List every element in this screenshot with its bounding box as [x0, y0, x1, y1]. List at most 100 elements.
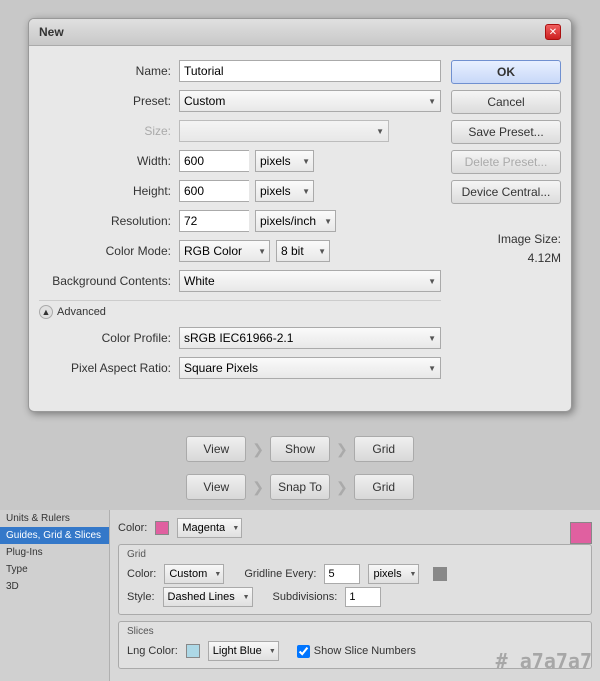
- buttons-area: OK Cancel Save Preset... Delete Preset..…: [451, 60, 561, 397]
- grid-color-select[interactable]: Custom: [164, 564, 224, 584]
- prefs-color-header-row: Color: Magenta: [118, 518, 592, 538]
- line-color-select-wrap: Light Blue: [208, 641, 279, 661]
- image-size-info: Image Size: 4.12M: [451, 230, 561, 268]
- image-size-value: 4.12M: [451, 249, 561, 268]
- prefs-sidebar: Units & Rulers Guides, Grid & Slices Plu…: [0, 510, 110, 681]
- pixel-aspect-label: Pixel Aspect Ratio:: [39, 361, 179, 375]
- grid-color-swatch: [433, 567, 447, 581]
- show-numbers-checkbox[interactable]: [297, 645, 310, 658]
- grid-style-select-wrap: Dashed Lines Lines Dots: [163, 587, 253, 607]
- image-size-label: Image Size:: [451, 230, 561, 249]
- width-unit-row: pixels inches cm: [179, 150, 314, 172]
- toolbar-view-btn-1[interactable]: View: [186, 436, 246, 462]
- bg-contents-row: Background Contents: White Background Co…: [39, 270, 441, 292]
- color-mode-wrap: RGB Color CMYK Color Grayscale: [179, 240, 270, 262]
- arrow-icon-1: ❯: [252, 441, 264, 458]
- width-unit-select[interactable]: pixels inches cm: [255, 150, 314, 172]
- save-preset-button[interactable]: Save Preset...: [451, 120, 561, 144]
- sidebar-item-3d[interactable]: 3D: [0, 578, 109, 595]
- color-mode-select[interactable]: RGB Color CMYK Color Grayscale: [179, 240, 270, 262]
- toggle-icon: ▲: [39, 305, 53, 319]
- preset-select-wrap: Custom: [179, 90, 441, 112]
- resolution-label: Resolution:: [39, 214, 179, 228]
- color-swatch-pink: [155, 521, 169, 535]
- subdivisions-input[interactable]: [345, 587, 381, 607]
- ok-button[interactable]: OK: [451, 60, 561, 84]
- prefs-color-label: Color:: [118, 522, 147, 534]
- slices-section-title: Slices: [127, 626, 583, 637]
- grid-style-select[interactable]: Dashed Lines Lines Dots: [163, 587, 253, 607]
- width-input[interactable]: [179, 150, 249, 172]
- line-color-select[interactable]: Light Blue: [208, 641, 279, 661]
- close-button[interactable]: ✕: [545, 24, 561, 40]
- toolbar-row-1: View ❯ Show ❯ Grid: [0, 430, 600, 468]
- grid-style-label: Style:: [127, 591, 155, 603]
- gridline-unit-select[interactable]: pixels: [368, 564, 419, 584]
- toolbar-row-2: View ❯ Snap To ❯ Grid: [0, 468, 600, 506]
- sidebar-item-type[interactable]: Type: [0, 561, 109, 578]
- preset-select[interactable]: Custom: [179, 90, 441, 112]
- grid-color-row: Color: Custom Gridline Every: pixels: [127, 564, 583, 584]
- device-central-button[interactable]: Device Central...: [451, 180, 561, 204]
- toolbar-snapto-btn[interactable]: Snap To: [270, 474, 330, 500]
- bg-contents-label: Background Contents:: [39, 274, 179, 288]
- show-numbers-label: Show Slice Numbers: [297, 645, 416, 658]
- bg-contents-select[interactable]: White Background Color Transparent: [179, 270, 441, 292]
- grid-style-row: Style: Dashed Lines Lines Dots Subdivisi…: [127, 587, 583, 607]
- name-row: Name:: [39, 60, 441, 82]
- arrow-icon-3: ❯: [252, 479, 264, 496]
- advanced-content: Color Profile: sRGB IEC61966-2.1 Pixel A…: [39, 323, 441, 391]
- gridline-label: Gridline Every:: [244, 568, 316, 580]
- gridline-input[interactable]: [324, 564, 360, 584]
- color-profile-select[interactable]: sRGB IEC61966-2.1: [179, 327, 441, 349]
- preset-label: Preset:: [39, 94, 179, 108]
- grid-color-label: Color:: [127, 568, 156, 580]
- width-label: Width:: [39, 154, 179, 168]
- dialog-titlebar: New ✕: [29, 19, 571, 46]
- prefs-color-select[interactable]: Magenta: [177, 518, 242, 538]
- resolution-row: Resolution: pixels/inch pixels/cm: [39, 210, 441, 232]
- grid-section: Grid Color: Custom Gridline Every: pixel…: [118, 544, 592, 615]
- preset-row: Preset: Custom: [39, 90, 441, 112]
- form-area: Name: Preset: Custom Size:: [39, 60, 441, 397]
- new-dialog: New ✕ Name: Preset: Custom Si: [28, 18, 572, 412]
- name-input[interactable]: [179, 60, 441, 82]
- height-unit-row: pixels inches: [179, 180, 314, 202]
- arrow-icon-2: ❯: [336, 441, 348, 458]
- advanced-section: ▲ Advanced Color Profile: sRGB IEC61966-…: [39, 300, 441, 391]
- width-row: Width: pixels inches cm: [39, 150, 441, 172]
- sidebar-item-guides[interactable]: Guides, Grid & Slices: [0, 527, 109, 544]
- height-unit-wrap: pixels inches: [255, 180, 314, 202]
- color-profile-row: Color Profile: sRGB IEC61966-2.1: [39, 327, 441, 349]
- resolution-unit-select[interactable]: pixels/inch pixels/cm: [255, 210, 336, 232]
- hash-label: # a7a7a7: [496, 649, 592, 673]
- height-unit-select[interactable]: pixels inches: [255, 180, 314, 202]
- size-row: Size:: [39, 120, 441, 142]
- sidebar-item-units[interactable]: Units & Rulers: [0, 510, 109, 527]
- resolution-input[interactable]: [179, 210, 249, 232]
- color-mode-row: Color Mode: RGB Color CMYK Color Graysca…: [39, 240, 441, 262]
- toolbar-grid-btn-2[interactable]: Grid: [354, 474, 414, 500]
- line-color-label: Lng Color:: [127, 645, 178, 657]
- magenta-swatch: [570, 522, 592, 544]
- color-profile-label: Color Profile:: [39, 331, 179, 345]
- bit-depth-select[interactable]: 8 bit 16 bit 32 bit: [276, 240, 330, 262]
- height-label: Height:: [39, 184, 179, 198]
- pixel-aspect-row: Pixel Aspect Ratio: Square Pixels: [39, 357, 441, 379]
- toolbar-view-btn-2[interactable]: View: [186, 474, 246, 500]
- delete-preset-button[interactable]: Delete Preset...: [451, 150, 561, 174]
- pixel-aspect-wrap: Square Pixels: [179, 357, 441, 379]
- toolbar-grid-btn-1[interactable]: Grid: [354, 436, 414, 462]
- height-input[interactable]: [179, 180, 249, 202]
- toolbar-show-btn[interactable]: Show: [270, 436, 330, 462]
- grid-section-title: Grid: [127, 549, 583, 560]
- dialog-title: New: [39, 25, 64, 39]
- cancel-button[interactable]: Cancel: [451, 90, 561, 114]
- size-label: Size:: [39, 124, 179, 138]
- sidebar-item-plugins[interactable]: Plug-Ins: [0, 544, 109, 561]
- height-row: Height: pixels inches: [39, 180, 441, 202]
- pixel-aspect-select[interactable]: Square Pixels: [179, 357, 441, 379]
- dialog-body: Name: Preset: Custom Size:: [29, 46, 571, 411]
- size-select[interactable]: [179, 120, 389, 142]
- advanced-toggle[interactable]: ▲ Advanced: [39, 301, 441, 323]
